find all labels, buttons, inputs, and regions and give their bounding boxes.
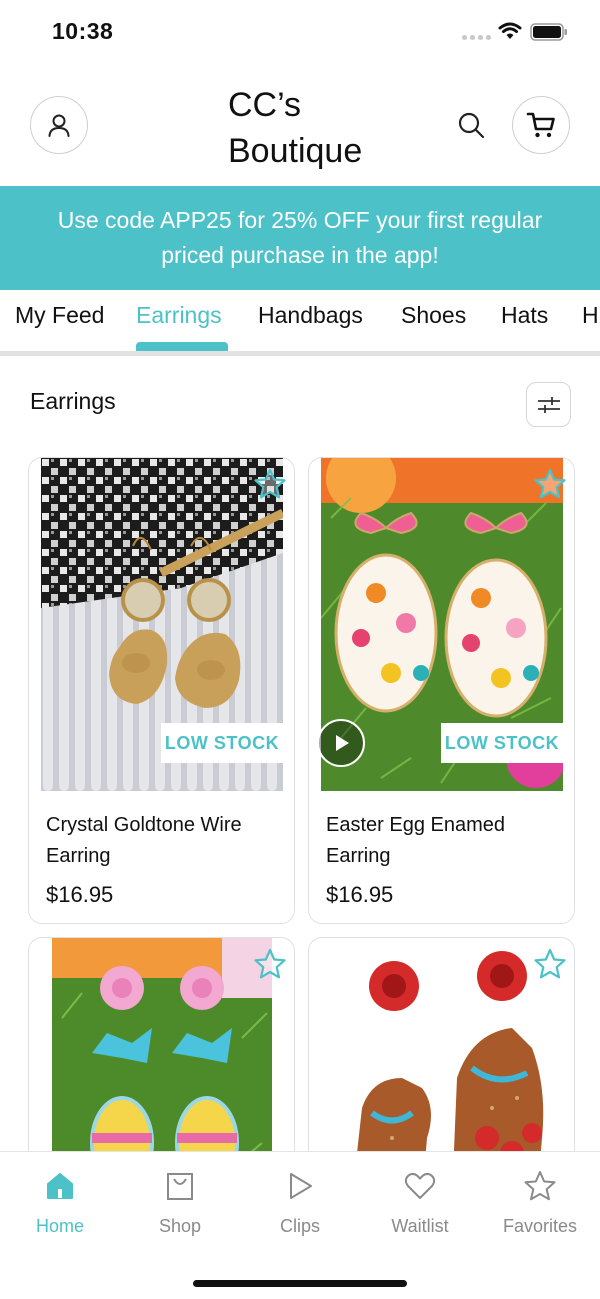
signal-icon <box>462 35 491 40</box>
nav-waitlist-label: Waitlist <box>391 1216 449 1236</box>
home-indicator <box>193 1280 407 1287</box>
video-play-button[interactable] <box>317 719 365 767</box>
profile-button[interactable] <box>30 96 88 154</box>
heart-icon <box>404 1173 436 1199</box>
low-stock-badge: LOW STOCK <box>441 723 563 763</box>
status-time: 10:38 <box>52 18 114 44</box>
battery-icon <box>530 23 567 41</box>
play-icon <box>336 735 349 751</box>
search-icon <box>458 112 485 139</box>
wifi-icon <box>498 22 522 39</box>
favorite-button[interactable] <box>534 468 566 505</box>
product-card[interactable]: LOW STOCK Crystal Goldtone Wire Earring … <box>28 457 295 924</box>
nav-clips-label: Clips <box>279 1216 320 1236</box>
star-icon <box>254 468 286 499</box>
product-price: $16.95 <box>46 882 114 907</box>
favorite-button[interactable] <box>254 468 286 505</box>
product-card[interactable]: LOW STOCK Easter Egg Enamed Earring $16.… <box>308 457 575 924</box>
app-title: CC’s Boutique <box>228 86 363 170</box>
tab-hats[interactable]: Hats <box>501 302 548 329</box>
star-icon <box>524 1171 556 1201</box>
nav-favorites[interactable]: Favorites <box>490 1168 590 1237</box>
bottom-nav: Home Shop Clips Waitlist Favorites <box>0 1151 600 1299</box>
promo-text: Use code APP25 for 25% OFF your first re… <box>57 207 543 268</box>
star-icon <box>534 948 566 979</box>
star-icon <box>254 948 286 979</box>
cart-icon <box>526 112 555 138</box>
nav-waitlist[interactable]: Waitlist <box>370 1168 470 1237</box>
tab-handbags[interactable]: Handbags <box>258 302 363 329</box>
category-tabs: My Feed Earrings Handbags Shoes Hats H <box>0 290 600 356</box>
person-icon <box>48 114 70 137</box>
product-price: $16.95 <box>326 882 394 907</box>
tab-earrings[interactable]: Earrings <box>136 302 222 329</box>
active-tab-indicator <box>136 342 228 351</box>
cart-button[interactable] <box>512 96 570 154</box>
search-button[interactable] <box>456 110 486 145</box>
shopping-bag-icon <box>167 1173 193 1200</box>
section-title: Earrings <box>30 388 116 414</box>
product-name[interactable]: Easter Egg Enamed Earring <box>326 810 562 872</box>
filter-button[interactable] <box>526 382 571 427</box>
nav-shop[interactable]: Shop <box>130 1168 230 1237</box>
nav-home[interactable]: Home <box>10 1168 110 1237</box>
app-header: CC’s Boutique <box>0 66 600 186</box>
home-icon <box>47 1173 73 1199</box>
sliders-icon <box>537 396 560 413</box>
tab-shoes[interactable]: Shoes <box>401 302 466 329</box>
low-stock-badge: LOW STOCK <box>161 723 283 763</box>
favorite-button[interactable] <box>534 948 566 985</box>
play-icon <box>290 1173 312 1199</box>
promo-banner[interactable]: Use code APP25 for 25% OFF your first re… <box>0 186 600 290</box>
nav-home-label: Home <box>35 1216 84 1236</box>
nav-favorites-label: Favorites <box>502 1216 578 1236</box>
nav-shop-label: Shop <box>158 1216 202 1236</box>
status-bar: 10:38 <box>0 0 600 66</box>
tab-overflow[interactable]: H <box>582 302 599 329</box>
favorite-button[interactable] <box>254 948 286 985</box>
nav-clips[interactable]: Clips <box>250 1168 350 1237</box>
tab-my-feed[interactable]: My Feed <box>15 302 104 329</box>
star-icon <box>534 468 566 499</box>
product-name[interactable]: Crystal Goldtone Wire Earring <box>46 810 282 872</box>
